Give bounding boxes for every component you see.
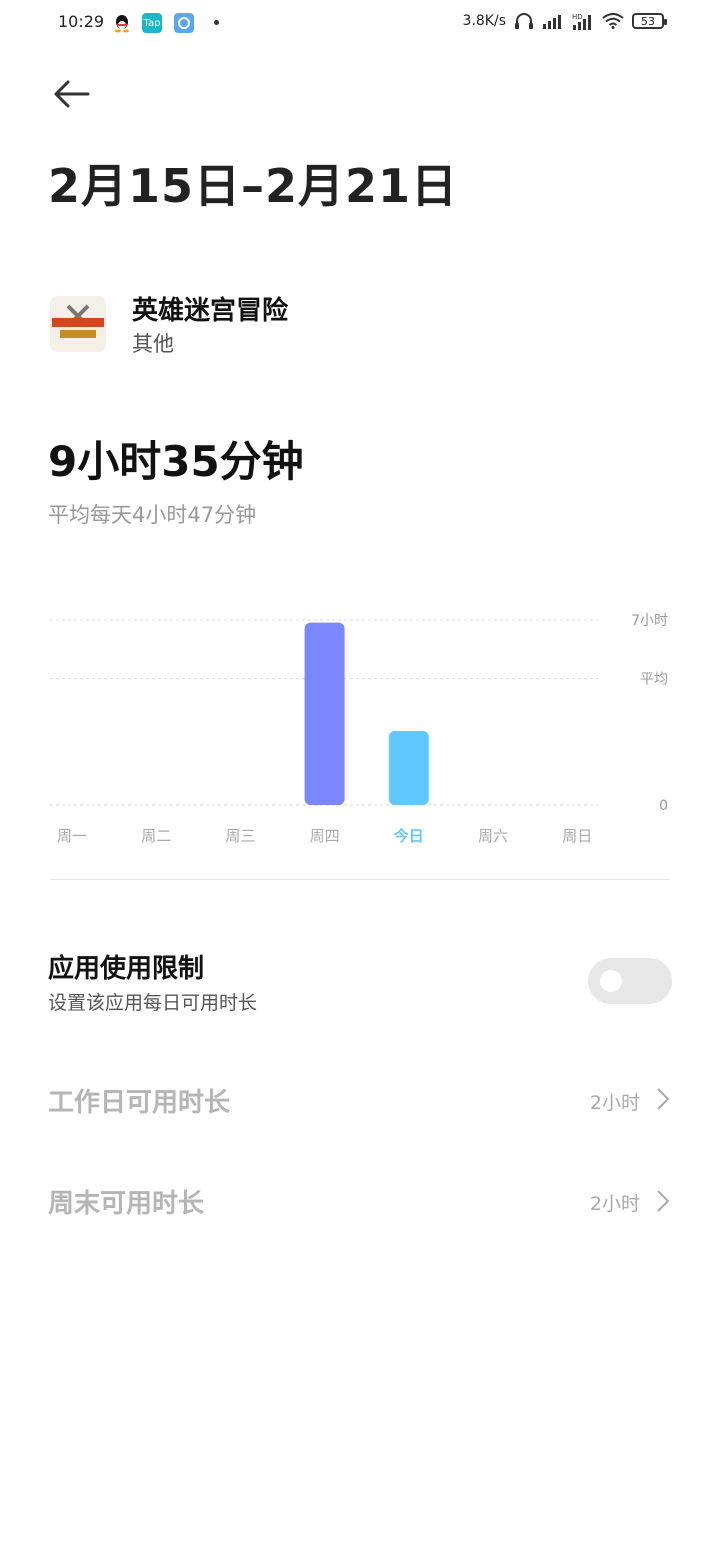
net-speed: 3.8K/s <box>462 13 506 29</box>
ytick-max: 7小时 <box>631 613 668 629</box>
xtick-6: 周日 <box>562 827 592 845</box>
xtick-0: 周一 <box>57 827 87 845</box>
more-notifications-dot-icon <box>214 20 219 25</box>
weekly-usage-chart: 7小时平均 0 周一 周二 周三 周四 今日 周六 周日 <box>50 613 668 845</box>
date-range-title: 2月15日–2月21日 <box>48 159 459 213</box>
bar-3 <box>304 622 345 805</box>
app-category: 其他 <box>132 332 174 356</box>
status-right: 3.8K/s HD 53 <box>462 12 667 30</box>
svg-text:HD: HD <box>572 13 583 21</box>
wifi-icon <box>602 13 624 29</box>
xtick-3: 周四 <box>310 827 340 845</box>
limit-subtitle: 设置该应用每日可用时长 <box>48 992 258 1014</box>
ytick-zero: 0 <box>659 798 668 814</box>
signal-hd-icon: HD <box>572 13 591 30</box>
taptap-icon: Tap <box>142 13 162 33</box>
average-usage: 平均每天4小时47分钟 <box>48 503 257 527</box>
back-button[interactable] <box>52 76 92 112</box>
weekend-limit-value[interactable]: 2小时 <box>590 1189 640 1216</box>
battery-level: 53 <box>641 14 655 28</box>
chevron-right-icon[interactable] <box>654 1187 672 1215</box>
total-usage: 9小时35分钟 <box>48 437 304 486</box>
xtick-4: 今日 <box>393 827 424 845</box>
toggle-knob <box>600 970 622 992</box>
qq-icon <box>112 13 132 33</box>
headphones-icon <box>515 13 533 29</box>
ytick-average: 平均 <box>640 672 668 688</box>
workday-limit-label[interactable]: 工作日可用时长 <box>48 1082 230 1119</box>
app-name: 英雄迷宫冒险 <box>132 296 289 326</box>
status-time: 10:29 <box>58 12 105 31</box>
arrow-left-icon <box>54 80 90 108</box>
chevron-right-icon[interactable] <box>654 1085 672 1113</box>
app-logo <box>50 296 106 352</box>
bar-4 <box>388 731 429 805</box>
app-icon <box>174 13 194 33</box>
divider <box>50 879 670 880</box>
limit-title: 应用使用限制 <box>48 954 205 984</box>
weekend-limit-label[interactable]: 周末可用时长 <box>48 1183 204 1220</box>
usage-limit-toggle[interactable] <box>588 958 672 1004</box>
battery-icon: 53 <box>632 13 667 29</box>
xtick-5: 周六 <box>478 827 508 845</box>
xtick-2: 周三 <box>225 827 255 845</box>
xtick-1: 周二 <box>141 827 171 845</box>
signal-icon <box>543 15 561 29</box>
workday-limit-value[interactable]: 2小时 <box>590 1088 640 1115</box>
